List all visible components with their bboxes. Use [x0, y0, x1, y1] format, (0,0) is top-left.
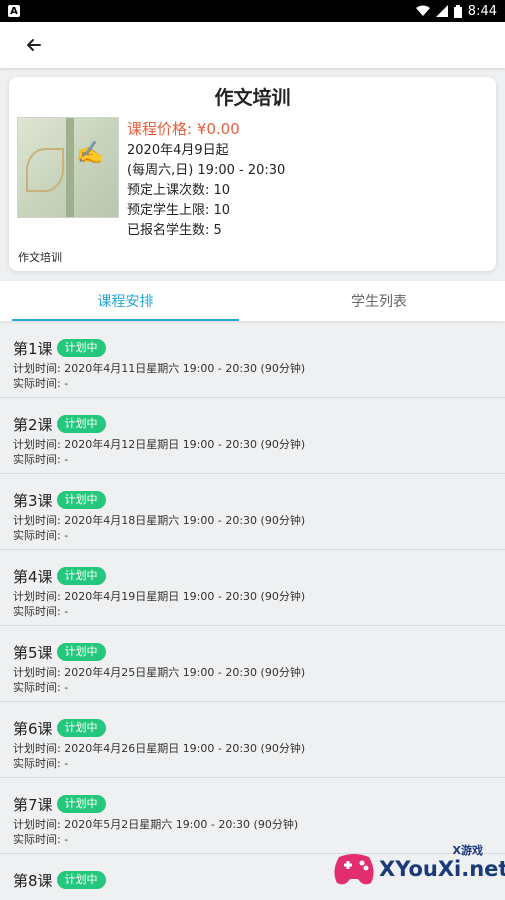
status-badge: 计划中: [56, 567, 106, 585]
app-bar: [0, 22, 505, 68]
tab-schedule[interactable]: 课程安排: [12, 281, 239, 321]
status-time: 8:44: [467, 3, 497, 19]
lesson-item[interactable]: 第5课 计划中 计划时间: 2020年4月25日星期六 19:00 - 20:30…: [0, 626, 505, 702]
status-badge: 计划中: [56, 643, 106, 661]
course-price: 课程价格: ¥0.00: [127, 120, 240, 138]
student-limit: 预定学生上限: 10: [127, 203, 231, 218]
battery-icon: [453, 4, 462, 18]
status-bar: A 8:44: [0, 0, 505, 22]
course-subtitle: 作文培训: [18, 251, 62, 264]
lesson-title: 第6课: [13, 719, 53, 738]
course-card[interactable]: 作文培训 ✍ 课程价格: ¥0.00 2020年4月9日起 (每周六,日) 19…: [9, 77, 496, 271]
lesson-actual-time: 实际时间: -: [13, 757, 69, 770]
tab-bar: 课程安排 学生列表: [0, 281, 505, 321]
lesson-planned-time: 计划时间: 2020年4月26日星期日 19:00 - 20:30 (90分钟): [13, 742, 306, 755]
status-badge: 计划中: [56, 415, 106, 433]
lesson-list: 第1课 计划中 计划时间: 2020年4月11日星期六 19:00 - 20:30…: [0, 322, 505, 900]
lesson-item[interactable]: 第7课 计划中 计划时间: 2020年5月2日星期六 19:00 - 20:30 …: [0, 778, 505, 854]
lesson-item[interactable]: 第1课 计划中 计划时间: 2020年4月11日星期六 19:00 - 20:30…: [0, 322, 505, 398]
lesson-item[interactable]: 第3课 计划中 计划时间: 2020年4月18日星期六 19:00 - 20:30…: [0, 474, 505, 550]
lesson-item[interactable]: 第2课 计划中 计划时间: 2020年4月12日星期日 19:00 - 20:30…: [0, 398, 505, 474]
lesson-planned-time: 计划时间: 2020年4月12日星期日 19:00 - 20:30 (90分钟): [13, 438, 306, 451]
enrolled-count: 已报名学生数: 5: [127, 223, 222, 238]
lesson-planned-time: 计划时间: 2020年4月19日星期日 19:00 - 20:30 (90分钟): [13, 590, 306, 603]
course-title: 作文培训: [214, 87, 291, 109]
lesson-title: 第7课: [13, 795, 53, 814]
signal-icon: [435, 5, 448, 17]
status-badge: 计划中: [56, 719, 106, 737]
lesson-planned-time: 计划时间: 2020年4月25日星期六 19:00 - 20:30 (90分钟): [13, 666, 306, 679]
lesson-actual-time: 实际时间: -: [13, 681, 69, 694]
course-info: 课程价格: ¥0.00 2020年4月9日起 (每周六,日) 19:00 - 2…: [127, 119, 285, 241]
lesson-planned-time: 计划时间: 2020年5月2日星期六 19:00 - 20:30 (90分钟): [13, 818, 299, 831]
status-badge: 计划中: [56, 339, 106, 357]
lesson-title: 第8课: [13, 871, 53, 890]
lesson-item[interactable]: 第4课 计划中 计划时间: 2020年4月19日星期日 19:00 - 20:30…: [0, 550, 505, 626]
app-notification-icon: A: [8, 5, 20, 17]
course-start-date: 2020年4月9日起: [127, 143, 229, 158]
lesson-actual-time: 实际时间: -: [13, 605, 69, 618]
course-cover-image: ✍: [17, 117, 119, 218]
lesson-actual-time: 实际时间: -: [13, 377, 69, 390]
course-schedule: (每周六,日) 19:00 - 20:30: [127, 163, 286, 178]
wifi-icon: [415, 5, 430, 17]
site-watermark: XYouXi.net X游戏: [331, 844, 505, 894]
status-badge: 计划中: [56, 871, 106, 889]
lesson-title: 第2课: [13, 415, 53, 434]
watermark-text: XYouXi.net: [379, 857, 505, 881]
gamepad-logo-icon: [331, 849, 377, 889]
cover-spine: [66, 118, 74, 217]
tab-student-list[interactable]: 学生列表: [253, 281, 505, 321]
planned-sessions: 预定上课次数: 10: [127, 183, 231, 198]
lesson-actual-time: 实际时间: -: [13, 529, 69, 542]
arrow-left-icon: [27, 39, 41, 51]
status-badge: 计划中: [56, 795, 106, 813]
lesson-title: 第1课: [13, 339, 53, 358]
lesson-actual-time: 实际时间: -: [13, 453, 69, 466]
cover-decoration: [26, 148, 64, 192]
status-badge: 计划中: [56, 491, 106, 509]
lesson-planned-time: 计划时间: 2020年4月18日星期六 19:00 - 20:30 (90分钟): [13, 514, 306, 527]
lesson-item[interactable]: 第6课 计划中 计划时间: 2020年4月26日星期日 19:00 - 20:30…: [0, 702, 505, 778]
active-tab-indicator: [12, 319, 239, 321]
cover-title-art: ✍: [76, 140, 104, 166]
lesson-title: 第4课: [13, 567, 53, 586]
lesson-title: 第3课: [13, 491, 53, 510]
watermark-top-text: X游戏: [452, 844, 483, 857]
back-button[interactable]: [18, 33, 50, 57]
lesson-title: 第5课: [13, 643, 53, 662]
lesson-planned-time: 计划时间: 2020年4月11日星期六 19:00 - 20:30 (90分钟): [13, 362, 306, 375]
